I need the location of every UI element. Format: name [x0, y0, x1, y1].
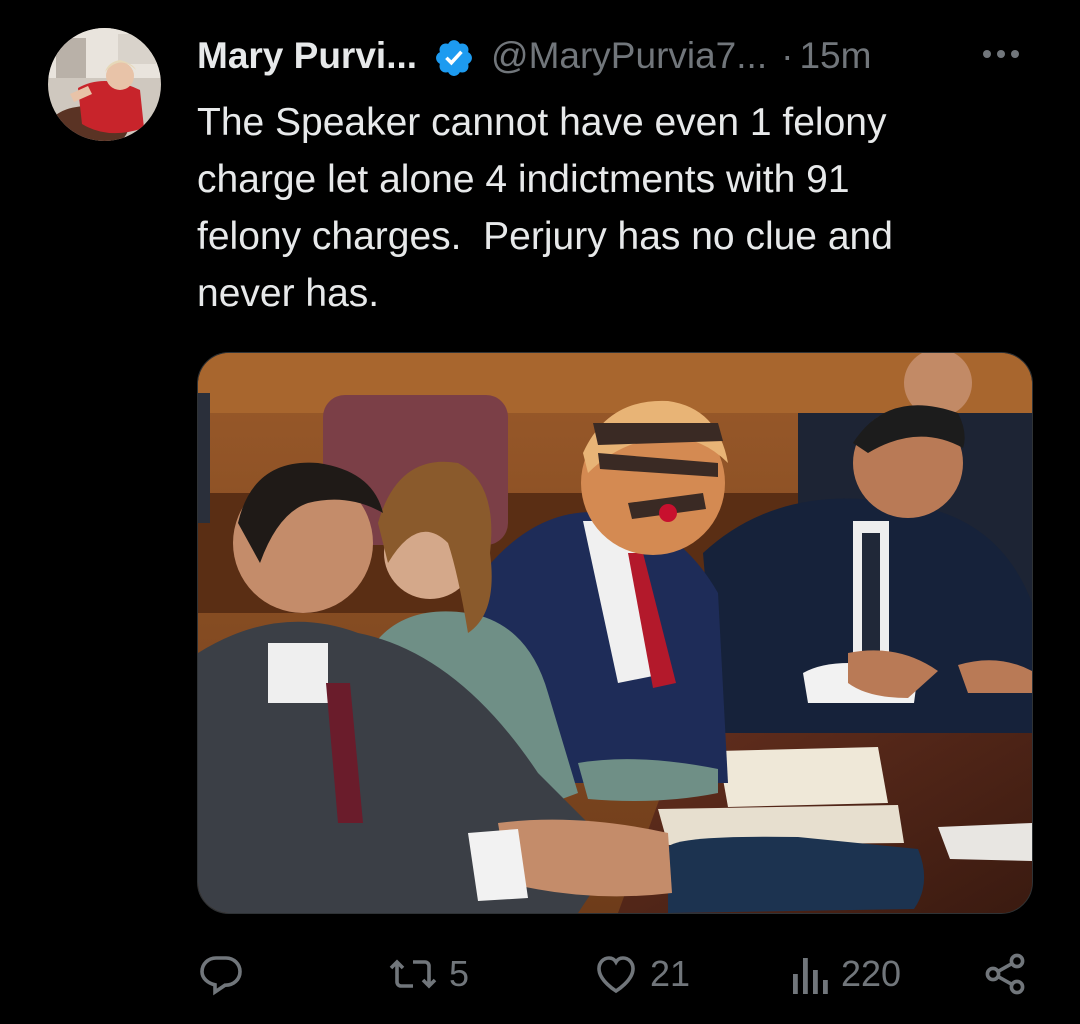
author-avatar[interactable]: [48, 28, 161, 141]
views-button[interactable]: 220: [789, 944, 901, 1004]
like-count: 21: [650, 953, 691, 994]
tweet-media-image[interactable]: [197, 352, 1033, 914]
retweet-button[interactable]: 5: [387, 944, 469, 1004]
reply-icon: [197, 950, 245, 998]
share-button[interactable]: [981, 944, 1029, 1004]
retweet-icon: [387, 950, 439, 998]
views-count: 220: [841, 953, 902, 994]
separator-dot: ·: [781, 35, 794, 76]
author-name[interactable]: Mary Purvi...: [197, 35, 417, 77]
verified-badge-icon: [433, 37, 475, 79]
reply-button[interactable]: [197, 944, 255, 1004]
timestamp[interactable]: 15m: [799, 35, 871, 77]
tweet-actions-bar: 5 21 220: [197, 944, 1037, 1004]
author-handle[interactable]: @MaryPurvia7...: [491, 35, 767, 77]
retweet-count: 5: [449, 953, 470, 994]
more-options-icon[interactable]: [979, 42, 1023, 66]
tweet-header: Mary Purvi... @MaryPurvia7... · 15m: [197, 28, 1037, 84]
share-icon: [981, 950, 1029, 998]
heart-icon: [592, 950, 640, 998]
views-chart-icon: [789, 950, 831, 998]
tweet-text: The Speaker cannot have even 1 felony ch…: [197, 101, 893, 315]
like-button[interactable]: 21: [592, 944, 690, 1004]
